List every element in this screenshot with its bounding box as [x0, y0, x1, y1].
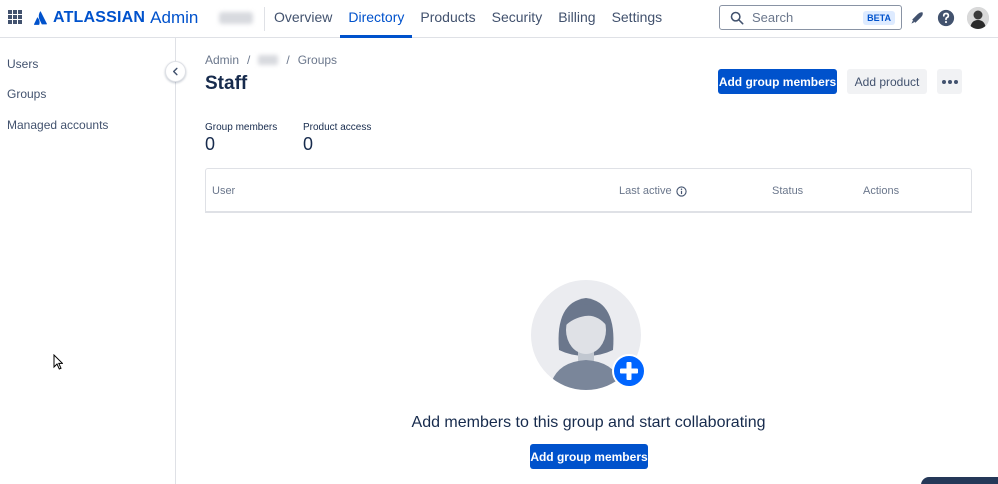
- floating-widget-edge[interactable]: [921, 477, 998, 484]
- atlassian-admin-logo[interactable]: ATLASSIAN Admin: [33, 8, 198, 28]
- group-members-count: 0: [205, 134, 216, 154]
- product-name: Admin: [150, 8, 199, 27]
- breadcrumb-separator: /: [286, 53, 290, 67]
- empty-state-title: Add members to this group and start coll…: [411, 414, 766, 431]
- nav-products[interactable]: Products: [412, 0, 483, 38]
- breadcrumb-separator: /: [247, 53, 251, 67]
- brand-name: ATLASSIAN: [53, 9, 146, 26]
- nav-divider: [264, 7, 265, 31]
- mouse-cursor-icon: [53, 354, 63, 370]
- organization-name-redacted[interactable]: [219, 12, 253, 24]
- atlassian-logo-icon: [33, 11, 47, 25]
- breadcrumb-admin[interactable]: Admin: [205, 53, 239, 67]
- product-access-count: 0: [303, 134, 314, 154]
- column-last-active: Last active: [619, 185, 687, 197]
- breadcrumb: Admin / / Groups: [205, 53, 337, 67]
- add-product-button[interactable]: Add product: [847, 69, 927, 94]
- column-actions: Actions: [863, 185, 900, 197]
- page-title: Staff: [205, 73, 248, 94]
- column-last-active-label: Last active: [619, 185, 672, 197]
- sidebar-item-managed-accounts[interactable]: Managed accounts: [7, 118, 108, 132]
- column-user: User: [212, 185, 236, 197]
- add-group-members-button[interactable]: Add group members: [718, 69, 837, 94]
- nav-settings[interactable]: Settings: [604, 0, 671, 38]
- chevron-left-icon: [172, 67, 178, 76]
- breadcrumb-groups[interactable]: Groups: [298, 53, 337, 67]
- sidebar-item-groups[interactable]: Groups: [7, 87, 46, 101]
- help-icon[interactable]: [936, 8, 956, 28]
- info-icon[interactable]: [675, 185, 687, 197]
- product-access-label: Product access: [303, 122, 372, 133]
- collapse-sidebar-button[interactable]: [165, 61, 186, 82]
- nav-billing[interactable]: Billing: [550, 0, 603, 38]
- breadcrumb-organization-redacted[interactable]: [258, 55, 279, 65]
- search-input[interactable]: [752, 10, 860, 25]
- top-navigation-bar: ATLASSIAN Admin Overview Directory Produ…: [0, 0, 998, 38]
- beta-badge: BETA: [863, 10, 895, 25]
- search-box[interactable]: BETA: [719, 5, 902, 30]
- empty-state-add-group-members-button[interactable]: Add group members: [530, 444, 648, 469]
- app-switcher-icon[interactable]: [8, 10, 22, 24]
- main-nav: Overview Directory Products Security Bil…: [266, 0, 670, 38]
- nav-overview[interactable]: Overview: [266, 0, 340, 38]
- search-icon: [730, 11, 744, 24]
- nav-directory[interactable]: Directory: [340, 0, 413, 38]
- members-table-header: User Last active Status Actions: [205, 168, 972, 213]
- empty-group-illustration: [531, 280, 646, 390]
- group-members-label: Group members: [205, 122, 278, 133]
- sidebar-item-users[interactable]: Users: [7, 57, 38, 71]
- nav-security[interactable]: Security: [484, 0, 551, 38]
- user-avatar[interactable]: [967, 7, 989, 29]
- notifications-icon[interactable]: [907, 8, 927, 28]
- column-status: Status: [772, 185, 804, 197]
- sidebar: Users Groups Managed accounts: [0, 38, 176, 484]
- more-actions-icon[interactable]: [937, 69, 962, 94]
